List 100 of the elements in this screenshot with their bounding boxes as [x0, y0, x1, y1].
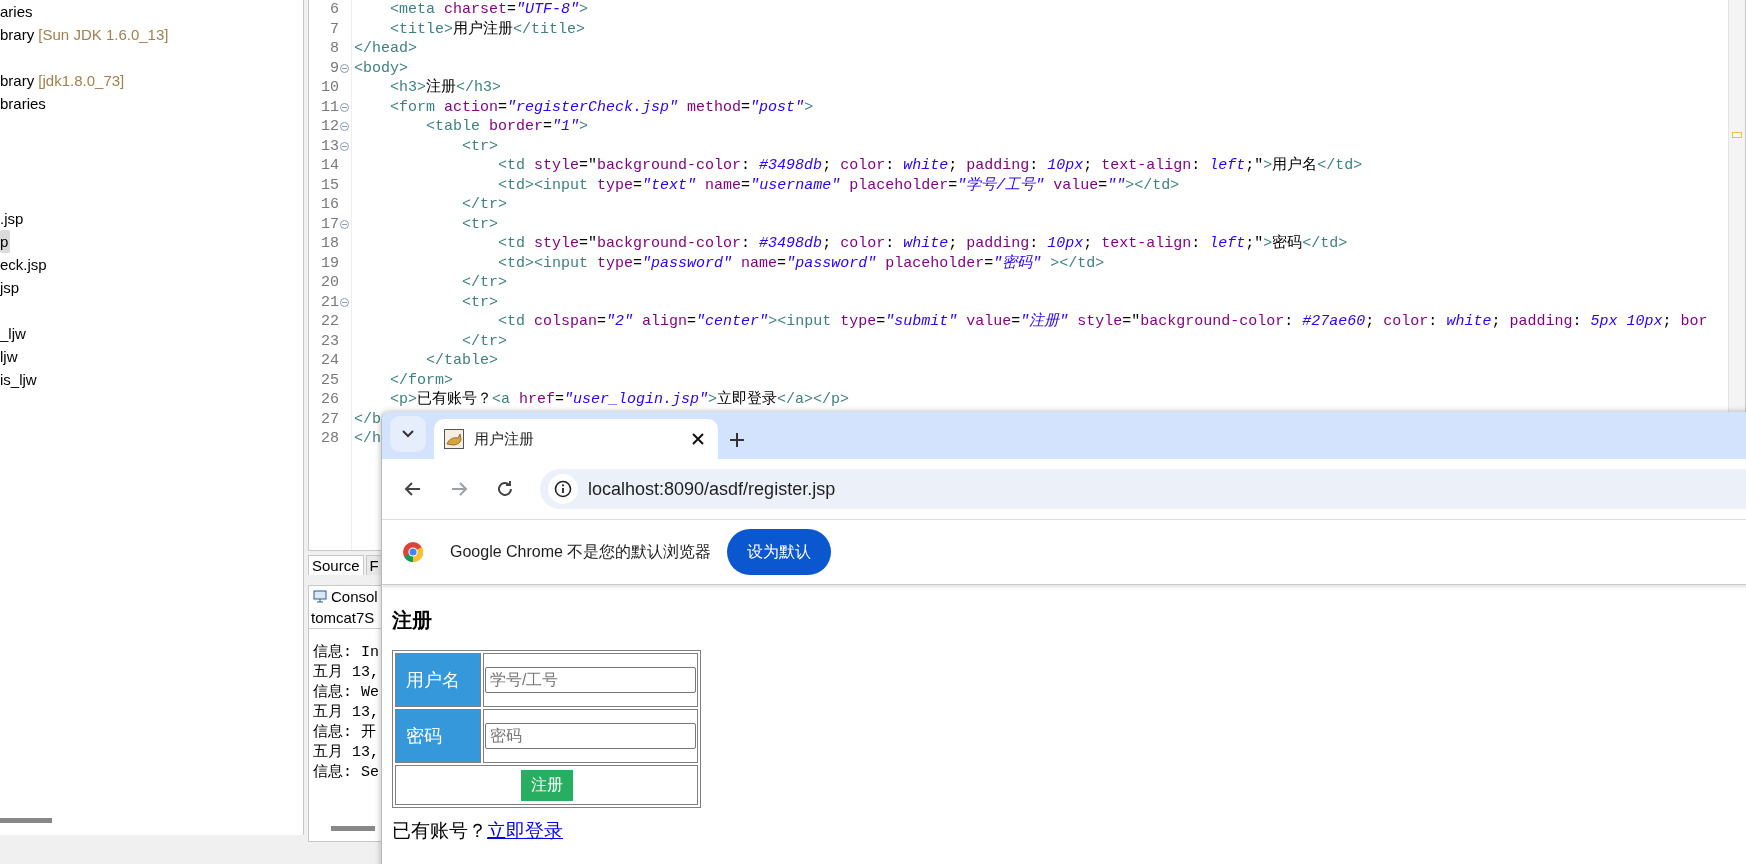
fold-icon[interactable]	[340, 141, 349, 151]
code-line: <tr>	[461, 214, 499, 234]
input-field[interactable]: 学号/工号	[485, 667, 696, 693]
set-default-button[interactable]: 设为默认	[727, 529, 832, 575]
line-number: 13	[321, 136, 339, 156]
code-line: <meta charset="UTF-8">	[389, 0, 589, 20]
line-number: 24	[321, 351, 339, 371]
tab-search-button[interactable]	[390, 416, 426, 452]
line-number: 18	[321, 234, 339, 254]
line-number: 10	[321, 78, 339, 98]
line-number: 16	[321, 195, 339, 215]
login-link[interactable]: 立即登录	[487, 820, 563, 842]
info-icon	[554, 480, 572, 498]
browser-logo-icon	[402, 541, 424, 563]
tree-item[interactable]: .jsp	[0, 207, 26, 230]
console-line: 信息: In	[313, 643, 379, 663]
line-number: 11	[321, 97, 339, 117]
console-line: 五月 13,	[313, 663, 379, 683]
code-line: <body>	[354, 58, 408, 78]
line-number: 20	[321, 273, 339, 293]
scrollbar-thumb[interactable]	[0, 818, 52, 823]
line-number: 17	[321, 214, 339, 234]
line-number: 26	[321, 390, 339, 410]
browser-tab[interactable]: 用户注册	[434, 419, 718, 459]
address-bar[interactable]: localhost:8090/asdf/register.jsp	[540, 469, 1746, 509]
line-number: 8	[330, 39, 339, 59]
code-line: <table border="1">	[425, 117, 589, 137]
tree-item[interactable]: is_ljw	[0, 368, 39, 391]
code-line: </tr>	[461, 195, 508, 215]
code-line: <tr>	[461, 136, 499, 156]
line-number: 19	[321, 253, 339, 273]
line-number: 9	[330, 58, 339, 78]
line-number: 14	[321, 156, 339, 176]
tree-item[interactable]: p	[0, 230, 11, 253]
console-line: 信息: Se	[313, 763, 379, 783]
code-line: </tr>	[461, 331, 508, 351]
code-line: <title>用户注册</title>	[389, 19, 586, 39]
code-line: <td style="background-color: #3498db; color: white; padding: 10px; text-align: left;">密码</td>	[497, 234, 1348, 254]
code-line: </tr>	[461, 273, 508, 293]
console-tab[interactable]: Consol	[309, 586, 382, 607]
tree-item[interactable]: _ljw	[0, 322, 28, 345]
scrollbar-thumb[interactable]	[331, 826, 375, 831]
line-number: 15	[321, 175, 339, 195]
login-prompt: 已有账号？	[392, 820, 487, 842]
editor-tab[interactable]: Source	[308, 555, 364, 575]
reload-icon	[496, 480, 514, 498]
tree-item[interactable]: jsp	[0, 276, 22, 299]
input-field[interactable]: 密码	[485, 723, 696, 749]
close-icon	[692, 433, 704, 445]
line-number: 22	[321, 312, 339, 332]
code-line: </head>	[354, 39, 417, 59]
tree-item[interactable]: braries	[0, 92, 48, 115]
console-line: 五月 13,	[313, 743, 379, 763]
page-heading: 注册	[392, 608, 432, 633]
fold-icon[interactable]	[340, 122, 349, 132]
code-line: </form>	[389, 370, 454, 390]
line-number: 27	[321, 409, 339, 429]
tree-item[interactable]: ljw	[0, 345, 20, 368]
field-label: 密码	[395, 709, 481, 763]
code-line: <tr>	[461, 292, 499, 312]
line-number: 25	[321, 370, 339, 390]
tree-item[interactable]: eck.jsp	[0, 253, 49, 276]
code-line: <td><input type="password" name="password" placeholder="密码" ></td>	[497, 253, 1105, 273]
line-number: 6	[330, 0, 339, 20]
code-line: <td colspan="2" align="center"><input type="submit" value="注册" style="background-color: #27ae60; color: white; padding: 5px 10px; bor	[497, 312, 1708, 332]
tree-item[interactable]: brary [Sun JDK 1.6.0_13]	[0, 23, 171, 46]
line-number: 21	[321, 292, 339, 312]
chevron-down-icon	[402, 430, 414, 438]
code-line: <form action="registerCheck.jsp" method="post">	[389, 97, 814, 117]
code-line: </h	[354, 429, 381, 449]
warning-marker[interactable]	[1732, 132, 1742, 138]
console-tab-label: Consol	[331, 588, 378, 605]
tree-item[interactable]: brary [jdk1.8.0_73]	[0, 69, 127, 92]
code-line: <td style="background-color: #3498db; color: white; padding: 10px; text-align: left;">用户名</td>	[497, 156, 1363, 176]
console-line: 信息: We	[313, 683, 379, 703]
tree-item[interactable]: aries	[0, 0, 35, 23]
code-line: </table>	[425, 351, 499, 371]
field-label: 用户名	[395, 653, 481, 707]
code-line: <h3>注册</h3>	[389, 78, 502, 98]
fold-icon[interactable]	[340, 297, 349, 307]
console-line: 五月 13,	[313, 703, 379, 723]
line-number: 12	[321, 117, 339, 137]
code-line: <td><input type="text" name="username" placeholder="学号/工号" value=""></td>	[497, 175, 1180, 195]
line-number: 28	[321, 429, 339, 449]
fold-icon[interactable]	[340, 63, 349, 73]
console-line: 信息: 开	[313, 723, 376, 743]
url-text: localhost:8090/asdf/register.jsp	[588, 478, 836, 500]
forward-arrow-icon	[450, 480, 468, 498]
code-line: <p>已有账号？<a href="user_login.jsp">立即登录</a></p>	[389, 390, 850, 410]
fold-icon[interactable]	[340, 102, 349, 112]
infobar-message: Google Chrome 不是您的默认浏览器	[450, 541, 712, 562]
monitor-icon	[313, 590, 327, 603]
line-number: 7	[330, 19, 339, 39]
back-arrow-icon	[404, 480, 422, 498]
plus-icon	[730, 433, 744, 447]
site-info-button[interactable]	[548, 474, 578, 504]
tab-title: 用户注册	[474, 429, 535, 449]
fold-icon[interactable]	[340, 219, 349, 229]
line-number: 23	[321, 331, 339, 351]
code-line: </b	[354, 409, 381, 429]
